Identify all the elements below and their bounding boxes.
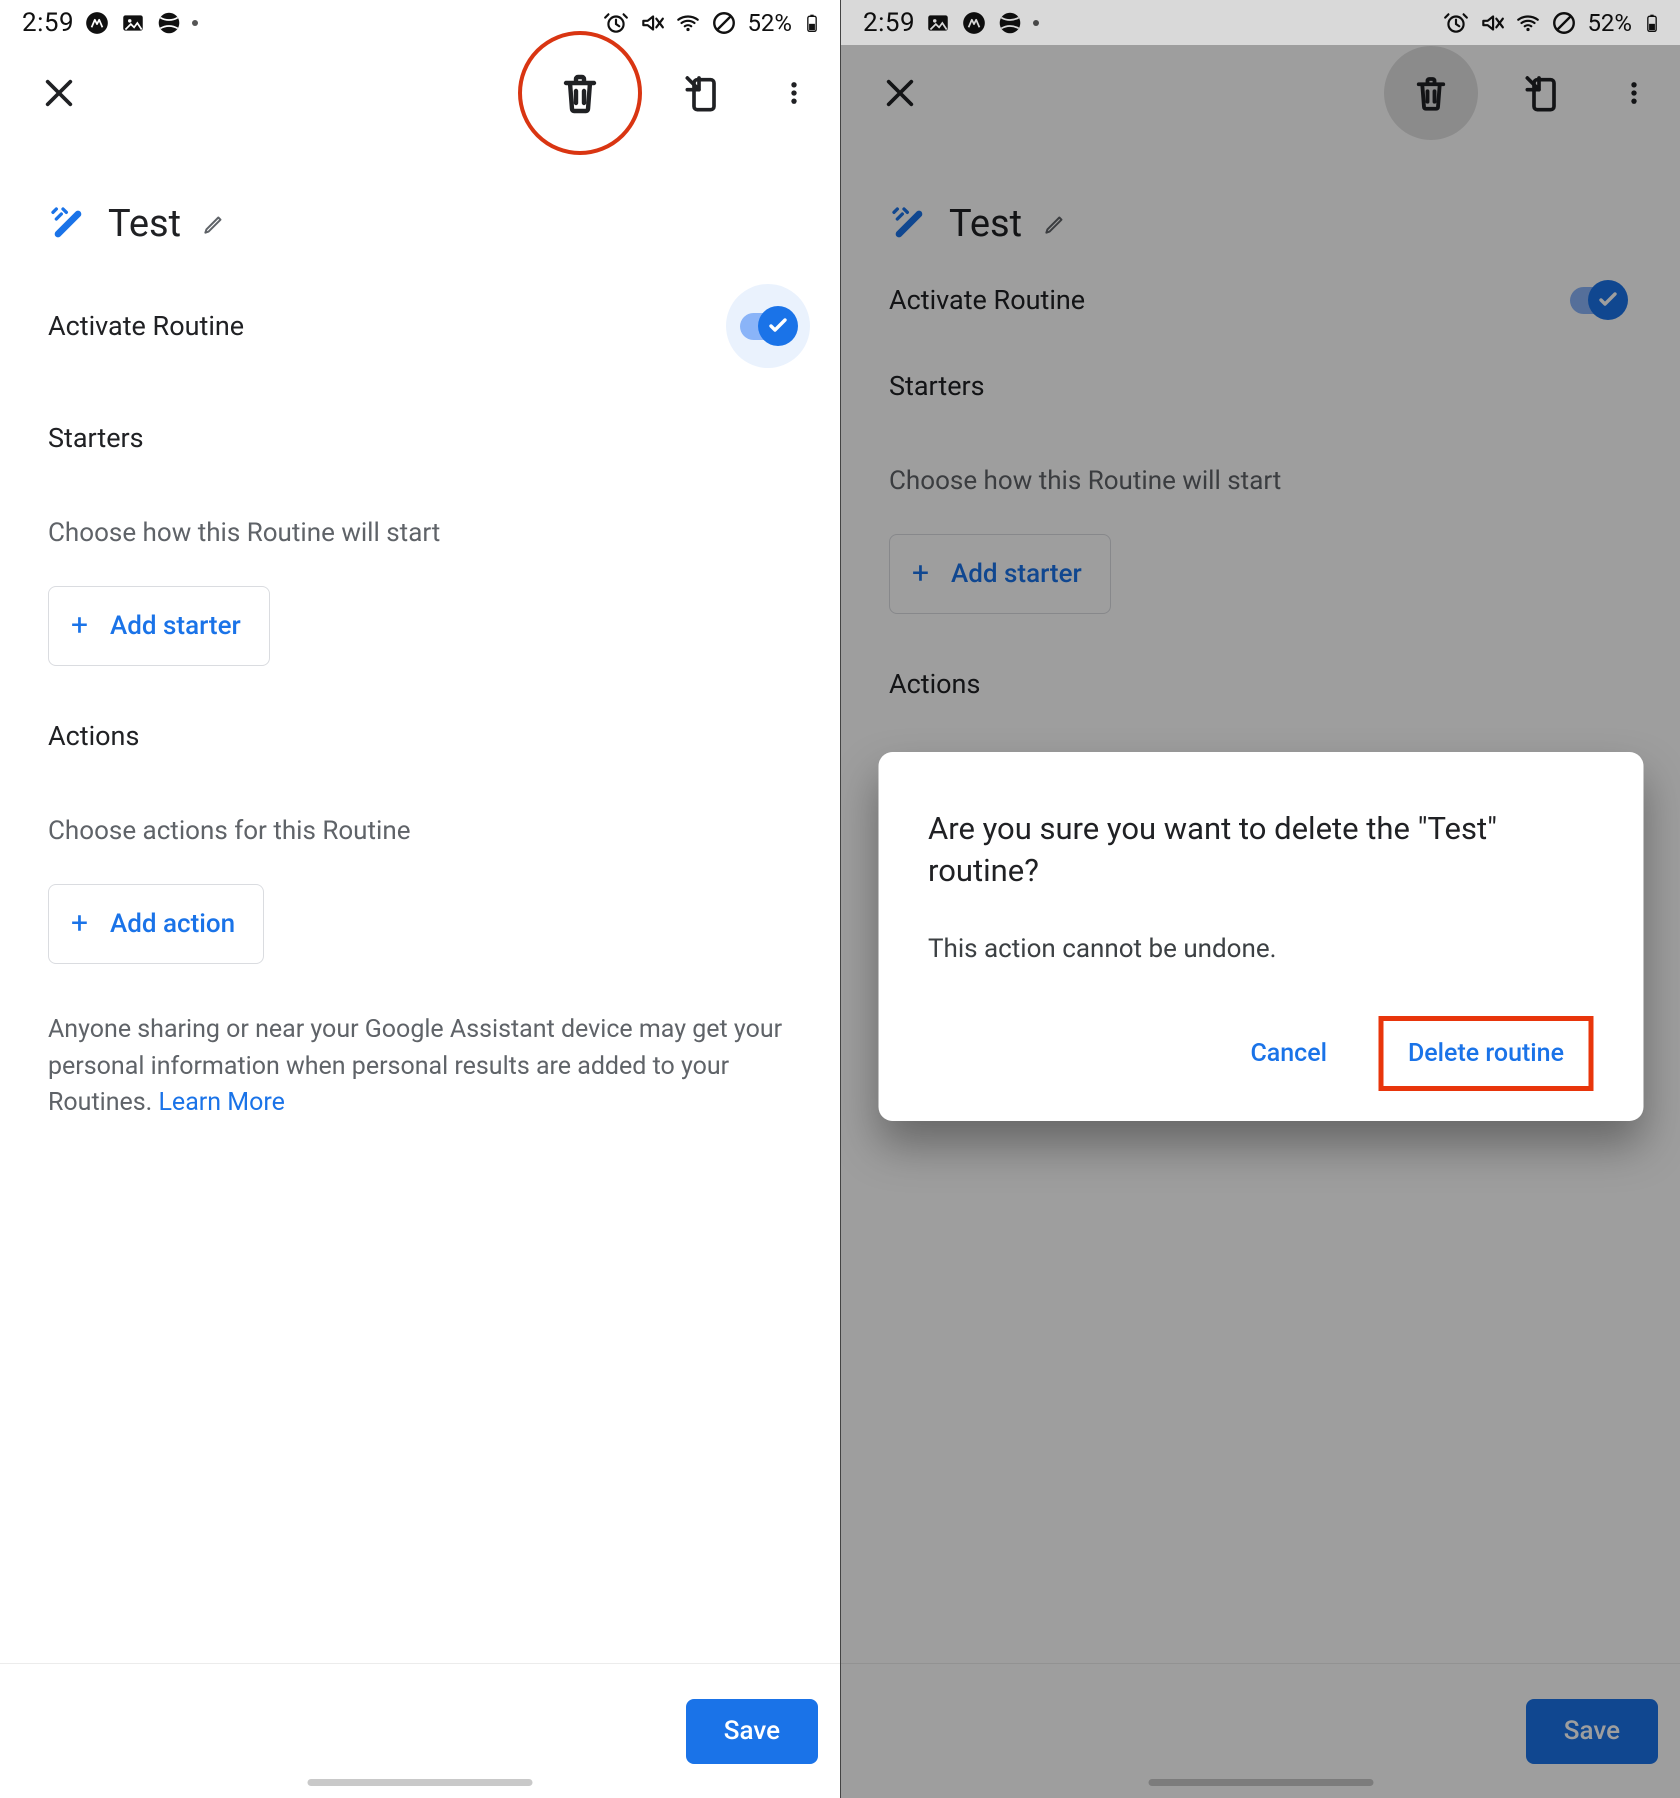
- edit-name-button[interactable]: [201, 211, 227, 237]
- actions-desc: Choose actions for this Routine: [48, 816, 792, 846]
- delete-confirm-dialog: Are you sure you want to delete the "Tes…: [878, 752, 1643, 1121]
- footer-bar: Save: [0, 1663, 840, 1798]
- starters-desc: Choose how this Routine will start: [48, 518, 792, 548]
- add-action-button[interactable]: + Add action: [48, 884, 264, 964]
- activate-toggle[interactable]: [740, 313, 796, 340]
- more-notifications-icon: [192, 20, 198, 26]
- status-clock: 2:59: [22, 8, 74, 38]
- add-action-label: Add action: [110, 909, 235, 939]
- dialog-cancel-button[interactable]: Cancel: [1226, 1021, 1351, 1086]
- status-scrim: [841, 0, 1680, 45]
- dialog-body: This action cannot be undone.: [928, 934, 1593, 964]
- actions-heading: Actions: [48, 720, 792, 752]
- home-indicator[interactable]: [308, 1779, 533, 1786]
- sports-icon: [156, 10, 182, 36]
- plus-icon: +: [71, 611, 88, 641]
- starters-heading: Starters: [48, 422, 792, 454]
- add-starter-label: Add starter: [110, 611, 241, 641]
- close-button[interactable]: [35, 69, 83, 117]
- learn-more-link[interactable]: Learn More: [158, 1088, 284, 1117]
- footer-note: Anyone sharing or near your Google Assis…: [48, 1012, 792, 1122]
- plus-icon: +: [71, 909, 88, 939]
- dialog-title: Are you sure you want to delete the "Tes…: [928, 808, 1593, 892]
- app-bar: [0, 45, 840, 140]
- photo-icon: [120, 10, 146, 36]
- routine-title-row: Test: [48, 202, 792, 246]
- check-icon: [766, 314, 790, 338]
- activate-label: Activate Routine: [48, 310, 244, 342]
- messenger-icon: [84, 10, 110, 36]
- delete-button[interactable]: [556, 69, 604, 117]
- save-button[interactable]: Save: [686, 1699, 818, 1764]
- screen-delete-dialog: 2:59 52%: [840, 0, 1680, 1798]
- wand-icon: [48, 204, 88, 244]
- activate-toggle-halo: [726, 284, 810, 368]
- add-starter-button[interactable]: + Add starter: [48, 586, 270, 666]
- annotation-circle: [518, 31, 642, 155]
- more-button[interactable]: [770, 69, 818, 117]
- add-shortcut-button[interactable]: [680, 69, 728, 117]
- routine-name: Test: [108, 202, 181, 246]
- dialog-delete-button[interactable]: Delete routine: [1379, 1016, 1593, 1091]
- screen-edit-routine: 2:59 52%: [0, 0, 840, 1798]
